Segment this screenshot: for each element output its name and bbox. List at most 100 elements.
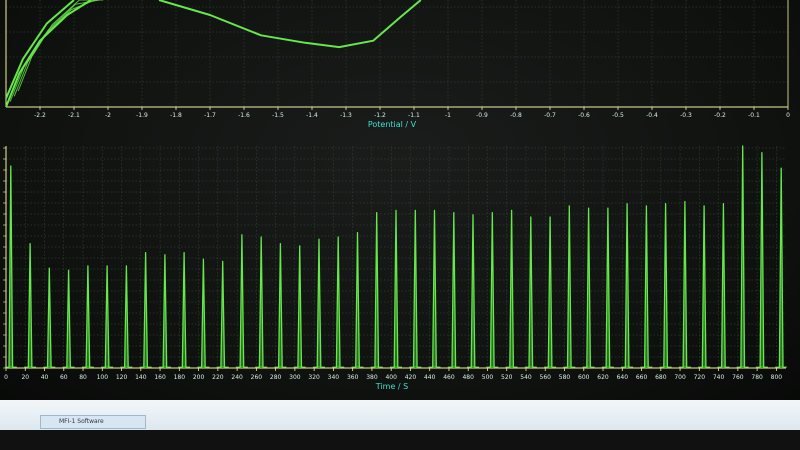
cv-chart: -2.2 -2.1 -2 -1.9 -1.8 -1.7 -1.6 -1.5 -1.4 -1.3 -1… xyxy=(5,0,790,129)
time-tick-label: 460 xyxy=(443,374,455,381)
peak-bar xyxy=(586,207,592,369)
time-tick-label: 0 xyxy=(4,374,8,381)
peak-bar xyxy=(200,258,206,369)
peak-bar xyxy=(297,245,303,369)
cv-x-axis-title: Potential / V xyxy=(368,120,417,129)
cv-tick-label: -0.5 xyxy=(612,112,624,119)
cv-tick-label: -1.6 xyxy=(238,112,250,119)
cv-tick-label: -2.2 xyxy=(34,112,46,119)
peak-bar xyxy=(104,265,110,369)
cv-tick-label: -1.5 xyxy=(272,112,284,119)
time-x-axis-title: Time / S xyxy=(375,382,408,391)
time-tick-label: 200 xyxy=(193,374,205,381)
time-tick-label: 560 xyxy=(540,374,552,381)
time-tick-label: 600 xyxy=(578,374,590,381)
peak-bar xyxy=(643,205,649,369)
peak-bar xyxy=(701,205,707,369)
cv-tick-label: -1.2 xyxy=(374,112,386,119)
time-tick-label: 740 xyxy=(713,374,725,381)
cv-tick-label: -1.1 xyxy=(408,112,420,119)
peak-bar xyxy=(46,267,52,369)
peak-bar xyxy=(720,203,726,369)
peak-bar xyxy=(663,203,669,369)
peak-bar xyxy=(162,254,168,369)
peak-bar xyxy=(277,243,283,369)
time-tick-label: 300 xyxy=(289,374,301,381)
peak-bar xyxy=(432,209,437,369)
peak-bar xyxy=(66,269,72,369)
peak-bar xyxy=(682,200,688,369)
time-tick-label: 20 xyxy=(21,374,29,381)
peak-bar xyxy=(27,243,33,369)
time-tick-label: 420 xyxy=(405,374,417,381)
time-tick-label: 540 xyxy=(520,374,532,381)
peak-bar xyxy=(220,260,226,369)
peak-bar xyxy=(393,209,399,369)
taskbar-strip xyxy=(0,430,800,450)
time-tick-label: 360 xyxy=(347,374,359,381)
cv-tick-label: -0.9 xyxy=(476,112,488,119)
cv-tick-label: -0.7 xyxy=(544,112,556,119)
time-tick-label: 780 xyxy=(751,374,763,381)
peak-bar xyxy=(624,203,630,369)
peak-bar xyxy=(528,216,534,369)
peak-bar xyxy=(258,236,264,369)
cv-tick-label: -2 xyxy=(105,112,111,119)
cv-tick-label: -1 xyxy=(445,112,451,119)
peak-bar xyxy=(355,231,360,369)
time-tick-label: 120 xyxy=(116,374,128,381)
plot-area: -2.2 -2.1 -2 -1.9 -1.8 -1.7 -1.6 -1.5 -1.4 -1.3 -1… xyxy=(3,0,790,391)
cv-tick-label: -1.8 xyxy=(170,112,182,119)
time-tick-label: 680 xyxy=(655,374,667,381)
time-tick-label: 380 xyxy=(366,374,378,381)
time-tick-label: 320 xyxy=(308,374,320,381)
cv-tick-label: -1.7 xyxy=(204,112,216,119)
cv-tick-label: -0.6 xyxy=(578,112,590,119)
peak-bar xyxy=(470,214,476,369)
time-tick-label: 480 xyxy=(462,374,474,381)
time-tick-label: 220 xyxy=(212,374,224,381)
time-tick-label: 160 xyxy=(154,374,166,381)
time-tick-label: 660 xyxy=(636,374,648,381)
time-tick-label: 100 xyxy=(97,374,109,381)
time-tick-label: 440 xyxy=(424,374,436,381)
peak-bar xyxy=(143,251,149,369)
time-tick-label: 500 xyxy=(482,374,494,381)
time-tick-label: 40 xyxy=(41,374,49,381)
peak-bar xyxy=(740,145,746,369)
time-tick-label: 800 xyxy=(771,374,783,381)
time-tick-label: 280 xyxy=(270,374,282,381)
time-tick-label: 60 xyxy=(60,374,68,381)
cv-tick-label: -0.1 xyxy=(748,112,760,119)
peak-bar xyxy=(181,251,187,369)
cv-tick-label: -1.4 xyxy=(306,112,318,119)
cv-loop-trace xyxy=(9,0,96,102)
peak-bar xyxy=(316,238,322,369)
time-tick-label: 580 xyxy=(559,374,571,381)
cv-tick-label: -0.8 xyxy=(510,112,522,119)
cv-tick-label: -0.2 xyxy=(714,112,726,119)
peak-bar xyxy=(85,265,91,369)
time-tick-label: 140 xyxy=(135,374,147,381)
time-tick-label: 260 xyxy=(251,374,263,381)
time-chart: 0 20 40 60 80 100 120 140 160 180 200 220 240 260 280 3… xyxy=(3,145,788,391)
peak-bar xyxy=(412,209,418,369)
cv-tick-label: -1.9 xyxy=(136,112,148,119)
peak-bar xyxy=(605,207,611,369)
peak-bar xyxy=(547,216,553,369)
peak-bar xyxy=(8,165,14,369)
peak-bar xyxy=(509,209,515,369)
cv-tick-label: -1.3 xyxy=(340,112,352,119)
cv-tick-label: -0.4 xyxy=(646,112,658,119)
time-tick-label: 620 xyxy=(597,374,609,381)
cv-tick-label: -0.3 xyxy=(680,112,692,119)
cv-tick-label: 0 xyxy=(786,112,790,119)
time-tick-label: 240 xyxy=(231,374,243,381)
time-tick-label: 80 xyxy=(79,374,87,381)
time-tick-label: 720 xyxy=(694,374,706,381)
peak-bar xyxy=(123,265,129,369)
peak-bar xyxy=(778,167,784,369)
peak-bar xyxy=(335,236,341,369)
time-tick-label: 340 xyxy=(328,374,340,381)
taskbar-item-app[interactable]: MFI-1 Software xyxy=(40,415,146,429)
